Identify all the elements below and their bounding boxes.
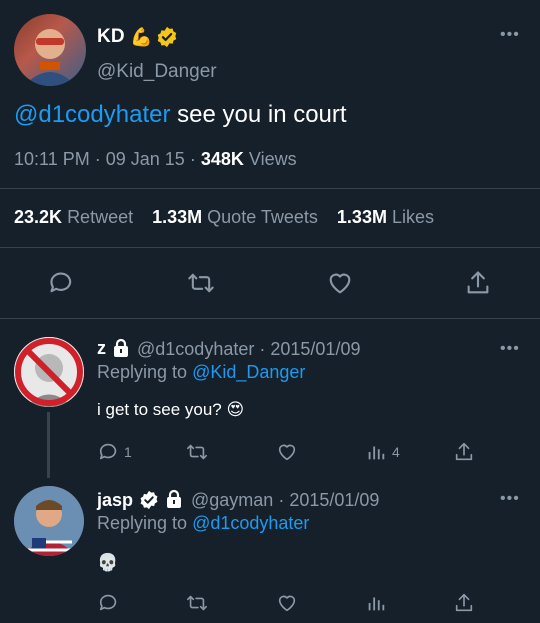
reply-count: 1	[124, 444, 132, 460]
retweet-stat[interactable]: 23.2K Retweet	[14, 207, 133, 227]
more-options-icon[interactable]: •••	[500, 340, 520, 358]
meta-separator: ·	[259, 339, 266, 359]
retweet-label: Retweet	[67, 207, 134, 227]
meta-separator: ·	[189, 149, 196, 169]
thread-line	[47, 412, 50, 478]
reply-author-handle[interactable]: @gayman	[191, 490, 273, 510]
tweet-time[interactable]: 10:11 PM	[14, 149, 90, 169]
quote-stat[interactable]: 1.33M Quote Tweets	[152, 207, 318, 227]
views-icon[interactable]	[365, 592, 387, 614]
reply-icon[interactable]	[48, 269, 76, 297]
reply-meta: @d1codyhater · 2015/01/09	[137, 339, 360, 360]
reply-author-name[interactable]: z	[97, 338, 106, 359]
reply-date[interactable]: 2015/01/09	[289, 490, 379, 510]
divider	[0, 188, 540, 189]
replying-to-label: Replying to	[97, 513, 188, 533]
reply-date[interactable]: 2015/01/09	[270, 339, 360, 359]
tweet-date[interactable]: 09 Jan 15	[106, 149, 185, 169]
more-options-icon[interactable]: •••	[500, 490, 520, 508]
lock-icon	[164, 489, 184, 509]
likes-stat[interactable]: 1.33M Likes	[337, 207, 434, 227]
quote-label: Quote Tweets	[207, 207, 318, 227]
share-icon[interactable]	[464, 269, 492, 297]
retweet-icon[interactable]	[186, 592, 208, 614]
likes-count: 1.33M	[336, 207, 387, 227]
author-name[interactable]: KD	[97, 26, 125, 48]
replying-to: Replying to @d1codyhater	[97, 513, 309, 534]
more-options-icon[interactable]: •••	[500, 26, 520, 44]
verified-badge-icon	[139, 490, 159, 510]
views-count: 348K	[200, 149, 244, 169]
verified-badge-icon	[156, 26, 178, 48]
meta-separator: ·	[278, 490, 285, 510]
divider	[0, 247, 540, 248]
share-icon[interactable]	[453, 592, 475, 614]
retweet-icon[interactable]	[187, 269, 215, 297]
skull-emoji: 💀	[97, 553, 119, 572]
replying-to-label: Replying to	[97, 362, 188, 382]
replying-to-mention[interactable]: @d1codyhater	[192, 513, 309, 533]
heart-eyes-emoji: 😍	[226, 400, 245, 419]
replying-to: Replying to @Kid_Danger	[97, 362, 305, 383]
reply-text: i get to see you? 😍	[97, 400, 244, 420]
author-handle[interactable]: @Kid_Danger	[97, 61, 217, 83]
avatar[interactable]	[14, 486, 84, 556]
reply-meta: @gayman · 2015/01/09	[191, 490, 379, 511]
tweet-detail-page: KD 💪 @Kid_Danger ••• @d1codyhater see yo…	[0, 0, 540, 623]
views-count: 4	[392, 444, 400, 460]
tweet-meta: 10:11 PM · 09 Jan 15 · 348K Views	[14, 149, 297, 170]
tweet-stats: 23.2K Retweet 1.33M Quote Tweets 1.33M L…	[14, 207, 434, 228]
meta-separator: ·	[94, 149, 101, 169]
lock-icon	[111, 338, 131, 358]
reply-body: i get to see you?	[97, 400, 222, 419]
replying-to-mention[interactable]: @Kid_Danger	[192, 362, 305, 382]
likes-label: Likes	[391, 207, 434, 227]
retweet-count: 23.2K	[14, 207, 63, 227]
reply-icon[interactable]	[98, 441, 120, 463]
like-icon[interactable]	[276, 592, 298, 614]
main-tweet: KD 💪 @Kid_Danger ••• @d1codyhater see yo…	[0, 0, 540, 318]
reply-author-name[interactable]: jasp	[97, 490, 133, 511]
avatar[interactable]	[14, 337, 84, 407]
quote-count: 1.33M	[152, 207, 203, 227]
like-icon[interactable]	[326, 269, 354, 297]
views-icon[interactable]	[365, 441, 387, 463]
retweet-icon[interactable]	[186, 441, 208, 463]
flex-emoji: 💪	[130, 27, 153, 47]
tweet-text: @d1codyhater see you in court	[14, 100, 347, 130]
share-icon[interactable]	[453, 441, 475, 463]
tweet-body: see you in court	[170, 101, 347, 128]
divider	[0, 318, 540, 319]
reply-icon[interactable]	[98, 592, 120, 614]
reply-author-handle[interactable]: @d1codyhater	[137, 339, 254, 359]
views-label: Views	[248, 149, 297, 169]
like-icon[interactable]	[276, 441, 298, 463]
avatar[interactable]	[14, 14, 86, 86]
mention-link[interactable]: @d1codyhater	[14, 101, 170, 128]
